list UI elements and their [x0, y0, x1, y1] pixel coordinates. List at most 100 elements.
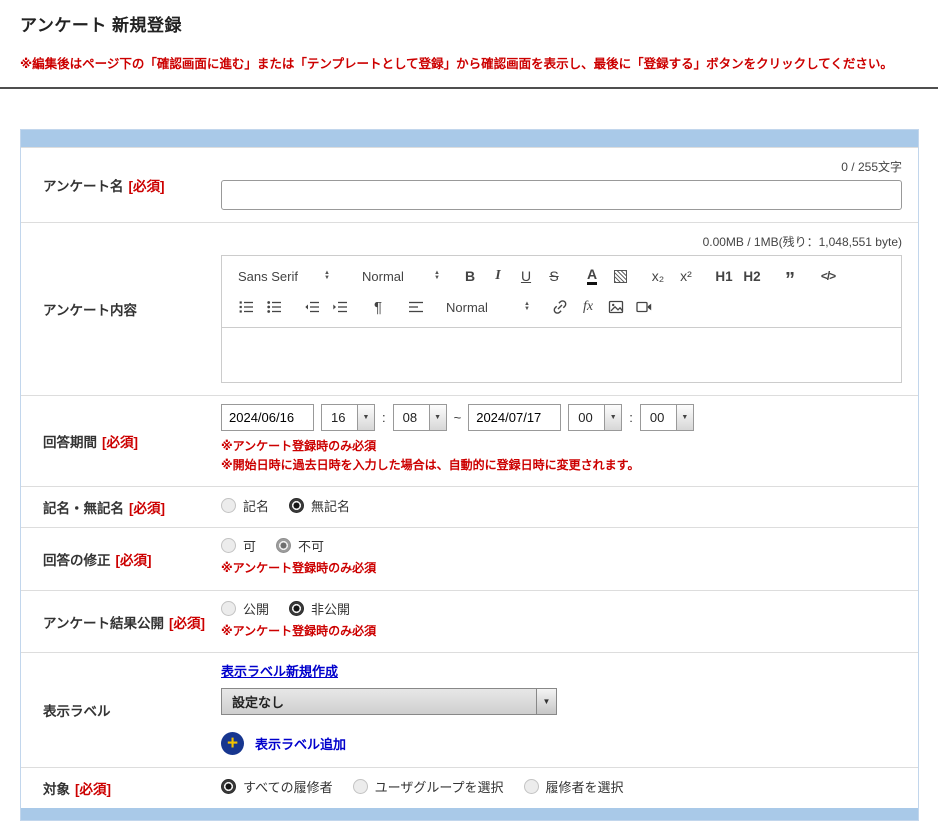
radio-icon[interactable] [353, 779, 368, 794]
start-minute-select[interactable]: 08 ▼ [393, 404, 447, 431]
outdent-icon [303, 298, 321, 316]
display-label-select[interactable]: 設定なし ▼ [221, 688, 557, 715]
radio-icon[interactable] [221, 538, 236, 553]
radio-icon[interactable] [221, 601, 236, 616]
publication-radio-group: 公開 非公開 [221, 599, 902, 618]
updown-arrows-icon: ▲▼ [434, 271, 440, 281]
radio-icon[interactable] [276, 538, 291, 553]
heading2-button[interactable]: H2 [740, 265, 764, 287]
required-badge: [必須] [128, 175, 164, 195]
radio-option-user-group[interactable]: ユーザグループを選択 [353, 777, 504, 796]
radio-option-all-students[interactable]: すべての履修者 [221, 777, 333, 796]
radio-icon[interactable] [289, 601, 304, 616]
video-icon [635, 298, 653, 316]
period-note-2: ※開始日時に過去日時を入力した場合は、自動的に登録日時に変更されます。 [221, 456, 902, 475]
bold-button[interactable]: B [458, 265, 482, 287]
radio-icon[interactable] [221, 498, 236, 513]
font-size-picker[interactable]: Normal ▲▼ [358, 265, 444, 287]
range-separator: ~ [454, 410, 462, 425]
survey-content-label: アンケート内容 [21, 223, 221, 395]
radio-icon[interactable] [221, 779, 236, 794]
highlight-icon [614, 270, 627, 283]
row-survey-name: アンケート名 [必須] 0 / 255文字 [21, 147, 918, 222]
row-survey-content: アンケート内容 0.00MB / 1MB(残り：1,048,551 byte) … [21, 222, 918, 395]
radio-option-allowed[interactable]: 可 [221, 536, 256, 555]
end-hour-select[interactable]: 00 ▼ [568, 404, 622, 431]
form-header-bar [21, 130, 918, 147]
add-plus-icon[interactable]: + [221, 732, 244, 755]
toolbar-row-2: ¶ Normal ▲▼ fx [234, 296, 889, 318]
radio-option-select-students[interactable]: 履修者を選択 [524, 777, 624, 796]
time-colon: : [382, 410, 386, 425]
revision-note: ※アンケート登録時のみ必須 [221, 559, 902, 578]
insert-image-button[interactable] [604, 296, 628, 318]
row-result-publication: アンケート結果公開 [必須] 公開 非公開 ※アンケート登録時のみ必須 [21, 590, 918, 653]
blockquote-button[interactable]: ” [778, 265, 802, 287]
highlight-color-button[interactable] [608, 265, 632, 287]
time-colon: : [629, 410, 633, 425]
italic-button[interactable]: I [486, 265, 510, 287]
dropdown-arrow-icon: ▼ [676, 405, 693, 430]
add-display-label-row: + 表示ラベル追加 [221, 732, 902, 755]
start-date-input[interactable] [221, 404, 314, 431]
period-inputs: 16 ▼ : 08 ▼ ~ 00 ▼ : 00 ▼ [221, 404, 902, 431]
answer-revision-content: 可 不可 ※アンケート登録時のみ必須 [221, 528, 918, 590]
radio-option-named[interactable]: 記名 [221, 496, 269, 515]
link-icon [551, 298, 569, 316]
text-color-button[interactable]: A [580, 265, 604, 287]
row-answer-period: 回答期間 [必須] 16 ▼ : 08 ▼ ~ 00 ▼ [21, 395, 918, 486]
answer-period-content: 16 ▼ : 08 ▼ ~ 00 ▼ : 00 ▼ [221, 396, 918, 486]
radio-option-anonymous[interactable]: 無記名 [289, 496, 350, 515]
superscript-button[interactable]: x² [674, 265, 698, 287]
char-counter: 0 / 255文字 [221, 158, 902, 175]
radio-option-not-allowed[interactable]: 不可 [276, 536, 324, 555]
end-minute-select[interactable]: 00 ▼ [640, 404, 694, 431]
create-display-label-link[interactable]: 表示ラベル新規作成 [221, 661, 902, 680]
target-content: すべての履修者 ユーザグループを選択 履修者を選択 [221, 768, 918, 808]
bullet-list-button[interactable] [262, 296, 286, 318]
anonymity-content: 記名 無記名 [221, 487, 918, 527]
code-block-button[interactable]: </> [816, 265, 840, 287]
formula-button[interactable]: fx [576, 296, 600, 318]
radio-option-private[interactable]: 非公開 [289, 599, 350, 618]
radio-icon[interactable] [289, 498, 304, 513]
period-note-1: ※アンケート登録時のみ必須 ※開始日時に過去日時を入力した場合は、自動的に登録日… [221, 437, 902, 474]
survey-name-label: アンケート名 [必須] [21, 148, 221, 222]
size-counter: 0.00MB / 1MB(残り：1,048,551 byte) [221, 233, 902, 250]
editor-content-area[interactable] [221, 328, 902, 383]
insert-video-button[interactable] [632, 296, 656, 318]
start-hour-select[interactable]: 16 ▼ [321, 404, 375, 431]
strikethrough-button[interactable]: S [542, 265, 566, 287]
display-label-content: 表示ラベル新規作成 設定なし ▼ + 表示ラベル追加 [221, 653, 918, 767]
end-date-input[interactable] [468, 404, 561, 431]
align-button[interactable] [404, 296, 428, 318]
add-display-label-link[interactable]: 表示ラベル追加 [255, 734, 346, 753]
radio-icon[interactable] [524, 779, 539, 794]
text-direction-button[interactable]: ¶ [366, 296, 390, 318]
bullet-list-icon [265, 298, 283, 316]
publication-note: ※アンケート登録時のみ必須 [221, 622, 902, 641]
survey-name-input[interactable] [221, 180, 902, 210]
ordered-list-button[interactable] [234, 296, 258, 318]
ordered-list-icon [237, 298, 255, 316]
indent-button[interactable] [328, 296, 352, 318]
required-badge: [必須] [102, 431, 138, 451]
underline-button[interactable]: U [514, 265, 538, 287]
line-height-picker[interactable]: Normal ▲▼ [442, 296, 534, 318]
outdent-button[interactable] [300, 296, 324, 318]
toolbar-row-1: Sans Serif ▲▼ Normal ▲▼ B I U S A x₂ x² [234, 265, 889, 287]
result-publication-content: 公開 非公開 ※アンケート登録時のみ必須 [221, 591, 918, 653]
updown-arrows-icon: ▲▼ [324, 271, 330, 281]
header-divider [0, 87, 938, 89]
font-picker[interactable]: Sans Serif ▲▼ [234, 265, 334, 287]
answer-period-label: 回答期間 [必須] [21, 396, 221, 486]
radio-option-public[interactable]: 公開 [221, 599, 269, 618]
dropdown-arrow-icon: ▼ [536, 689, 556, 714]
dropdown-arrow-icon: ▼ [357, 405, 374, 430]
heading1-button[interactable]: H1 [712, 265, 736, 287]
result-publication-label: アンケート結果公開 [必須] [21, 591, 221, 653]
survey-name-content: 0 / 255文字 [221, 148, 918, 222]
subscript-button[interactable]: x₂ [646, 265, 670, 287]
row-answer-revision: 回答の修正 [必須] 可 不可 ※アンケート登録時のみ必須 [21, 527, 918, 590]
link-button[interactable] [548, 296, 572, 318]
